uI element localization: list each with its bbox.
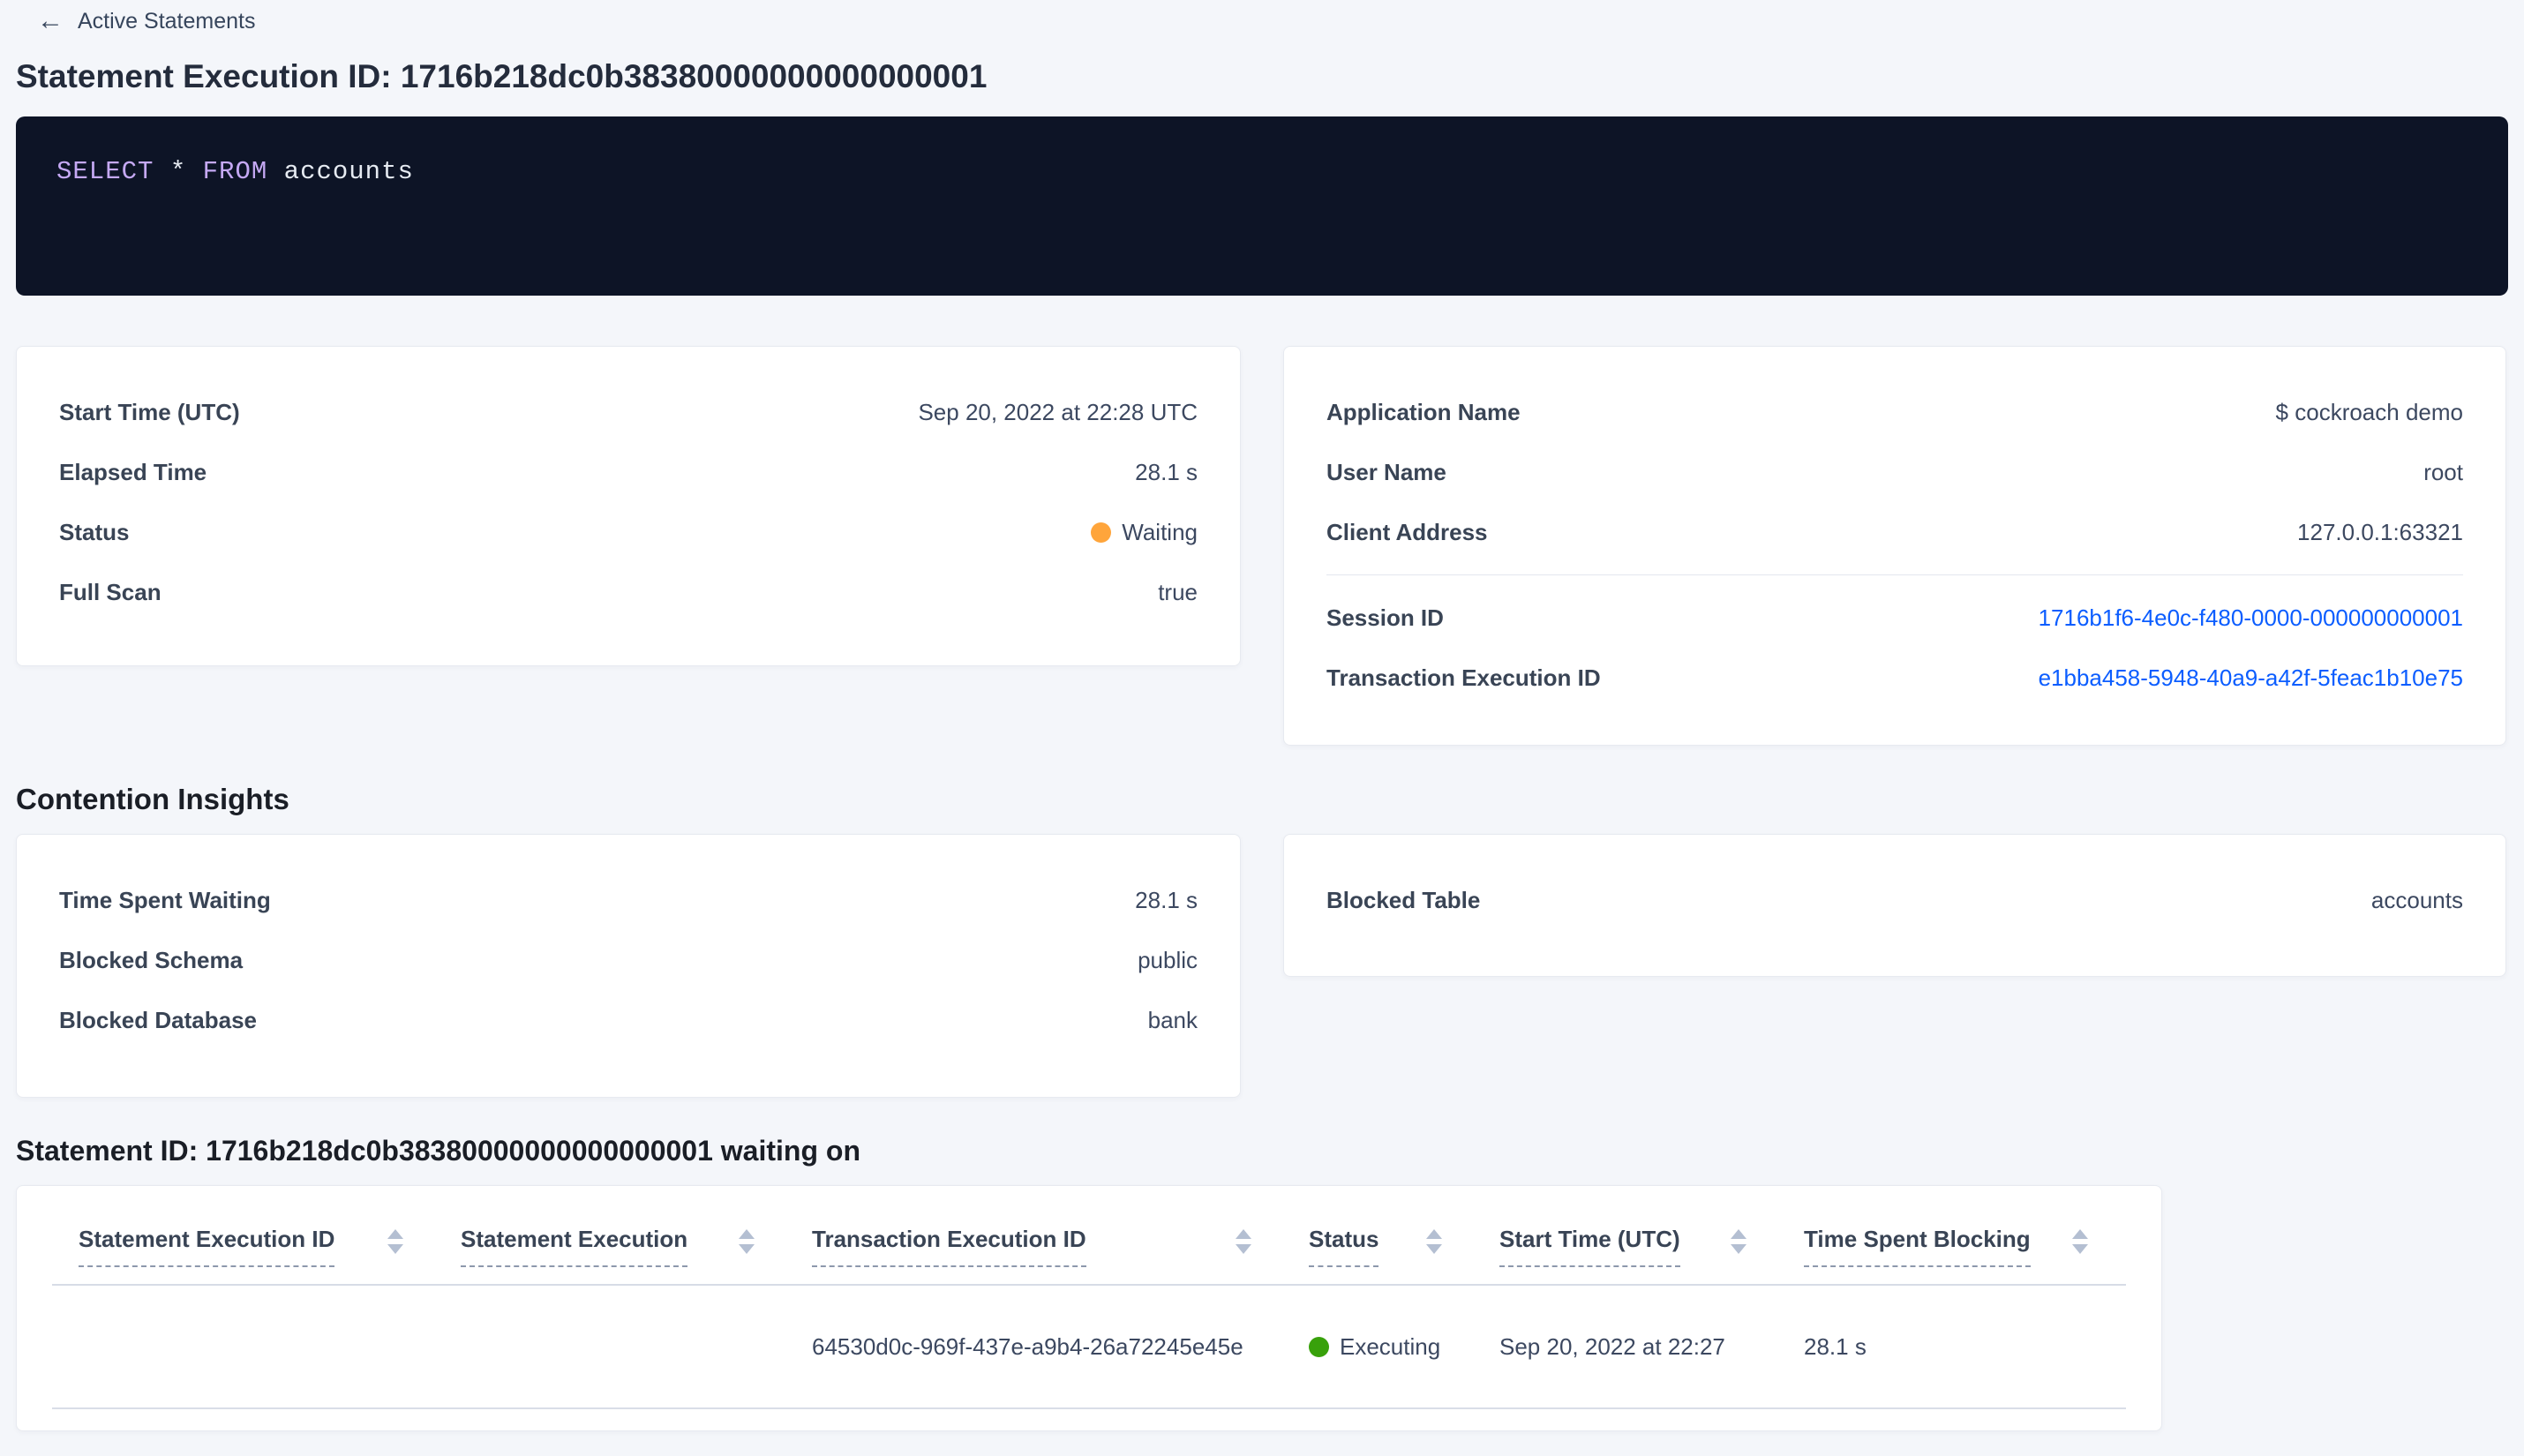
sql-text: * [154,157,203,186]
contention-left-card: Time Spent Waiting 28.1 s Blocked Schema… [16,834,1241,1098]
user-name-label: User Name [1326,458,1446,485]
transaction-execution-id-row: Transaction Execution ID e1bba458-5948-4… [1326,648,2463,708]
cell-statement-execution-id [52,1286,443,1407]
blocked-table-value: accounts [2370,886,2463,913]
transaction-execution-id-link[interactable]: e1bba458-5948-40a9-a42f-5feac1b10e75 [2039,664,2463,692]
sql-text: accounts [267,157,414,186]
start-time-value: Sep 20, 2022 at 22:28 UTC [918,398,1198,425]
start-time-row: Start Time (UTC) Sep 20, 2022 at 22:28 U… [59,382,1198,442]
application-name-label: Application Name [1326,398,1521,425]
cell-status: Executing [1291,1286,1482,1407]
session-card-divider [1326,574,2463,575]
column-header-time-spent-blocking[interactable]: Time Spent Blocking [1786,1186,2128,1284]
blocked-table-row: Blocked Table accounts [1326,870,2463,930]
sql-statement-box: SELECT * FROM accounts [16,116,2508,296]
details-cards-row: Start Time (UTC) Sep 20, 2022 at 22:28 U… [16,346,2508,746]
status-text: Waiting [1122,518,1198,545]
elapsed-time-row: Elapsed Time 28.1 s [59,442,1198,502]
application-name-value: $ cockroach demo [2275,398,2463,425]
waiting-on-heading: Statement ID: 1716b218dc0b38380000000000… [16,1135,860,1167]
status-value: Waiting [1091,519,1198,546]
execution-details-card: Start Time (UTC) Sep 20, 2022 at 22:28 U… [16,346,1241,666]
cell-transaction-execution-id: 64530d0c-969f-437e-a9b4-26a72245e45e [812,1332,1243,1360]
waiting-on-table: Statement Execution ID Statement Executi… [16,1185,2162,1431]
sort-icon [2072,1228,2088,1254]
column-label: Statement Execution ID [79,1226,335,1267]
user-name-row: User Name root [1326,442,2463,502]
elapsed-time-label: Elapsed Time [59,458,207,485]
blocked-schema-row: Blocked Schema public [59,930,1198,990]
application-name-row: Application Name $ cockroach demo [1326,382,2463,442]
column-label: Statement Execution [461,1226,688,1267]
blocked-table-label: Blocked Table [1326,886,1481,913]
time-spent-waiting-label: Time Spent Waiting [59,886,271,913]
back-arrow-icon: ← [37,6,64,35]
column-header-statement-execution[interactable]: Statement Execution [443,1186,794,1284]
statement-execution-page: ← Active Statements Statement Execution … [0,0,2524,1431]
full-scan-value: true [1158,578,1198,605]
column-header-statement-execution-id[interactable]: Statement Execution ID [52,1186,443,1284]
sql-statement-text: SELECT * FROM accounts [56,157,414,186]
client-address-value: 127.0.0.1:63321 [2297,518,2463,545]
contention-right-card: Blocked Table accounts [1283,834,2506,977]
column-header-transaction-execution-id[interactable]: Transaction Execution ID [794,1186,1291,1284]
transaction-execution-id-label: Transaction Execution ID [1326,664,1601,691]
page-title: Statement Execution ID: 1716b218dc0b3838… [16,58,988,94]
back-to-active-statements-link[interactable]: ← Active Statements [37,8,255,34]
elapsed-time-value: 28.1 s [1135,458,1198,485]
column-header-status[interactable]: Status [1291,1186,1482,1284]
sql-keyword: FROM [202,157,268,186]
session-id-row: Session ID 1716b1f6-4e0c-f480-0000-00000… [1326,588,2463,648]
session-id-label: Session ID [1326,604,1444,631]
start-time-label: Start Time (UTC) [59,398,240,425]
blocked-schema-label: Blocked Schema [59,946,244,973]
sort-icon [387,1228,403,1254]
client-address-row: Client Address 127.0.0.1:63321 [1326,502,2463,562]
session-details-card: Application Name $ cockroach demo User N… [1283,346,2506,746]
cell-time-spent-blocking: 28.1 s [1804,1332,1867,1360]
column-label: Start Time (UTC) [1499,1226,1680,1267]
blocked-database-label: Blocked Database [59,1006,257,1033]
back-link-label: Active Statements [78,8,256,34]
breadcrumb: ← Active Statements [37,5,2508,37]
full-scan-label: Full Scan [59,578,162,605]
full-scan-row: Full Scan true [59,562,1198,622]
blocked-database-row: Blocked Database bank [59,990,1198,1050]
column-header-start-time[interactable]: Start Time (UTC) [1482,1186,1786,1284]
contention-insights-heading: Contention Insights [16,783,289,815]
cell-start-time: Sep 20, 2022 at 22:27 [1499,1332,1725,1360]
sort-icon [1731,1228,1747,1254]
table-row: 64530d0c-969f-437e-a9b4-26a72245e45e Exe… [52,1286,2126,1409]
user-name-value: root [2423,458,2463,485]
client-address-label: Client Address [1326,518,1488,545]
sql-keyword: SELECT [56,157,154,186]
blocked-schema-value: public [1138,946,1198,973]
sort-icon [1426,1228,1442,1254]
contention-cards-row: Time Spent Waiting 28.1 s Blocked Schema… [16,834,2508,1098]
column-label: Status [1309,1226,1379,1267]
time-spent-waiting-row: Time Spent Waiting 28.1 s [59,870,1198,930]
table-header-row: Statement Execution ID Statement Executi… [52,1186,2126,1286]
cell-statement-execution [443,1286,794,1407]
executing-status-dot-icon [1309,1336,1329,1357]
session-id-link[interactable]: 1716b1f6-4e0c-f480-0000-000000000001 [2039,604,2463,632]
status-text: Executing [1340,1332,1441,1360]
sort-icon [739,1228,755,1254]
status-row: Status Waiting [59,502,1198,562]
status-label: Status [59,518,130,545]
blocked-database-value: bank [1147,1006,1198,1033]
column-label: Transaction Execution ID [812,1226,1086,1267]
waiting-status-dot-icon [1091,522,1112,543]
column-label: Time Spent Blocking [1804,1226,2031,1267]
time-spent-waiting-value: 28.1 s [1135,886,1198,913]
sort-icon [1236,1228,1251,1254]
